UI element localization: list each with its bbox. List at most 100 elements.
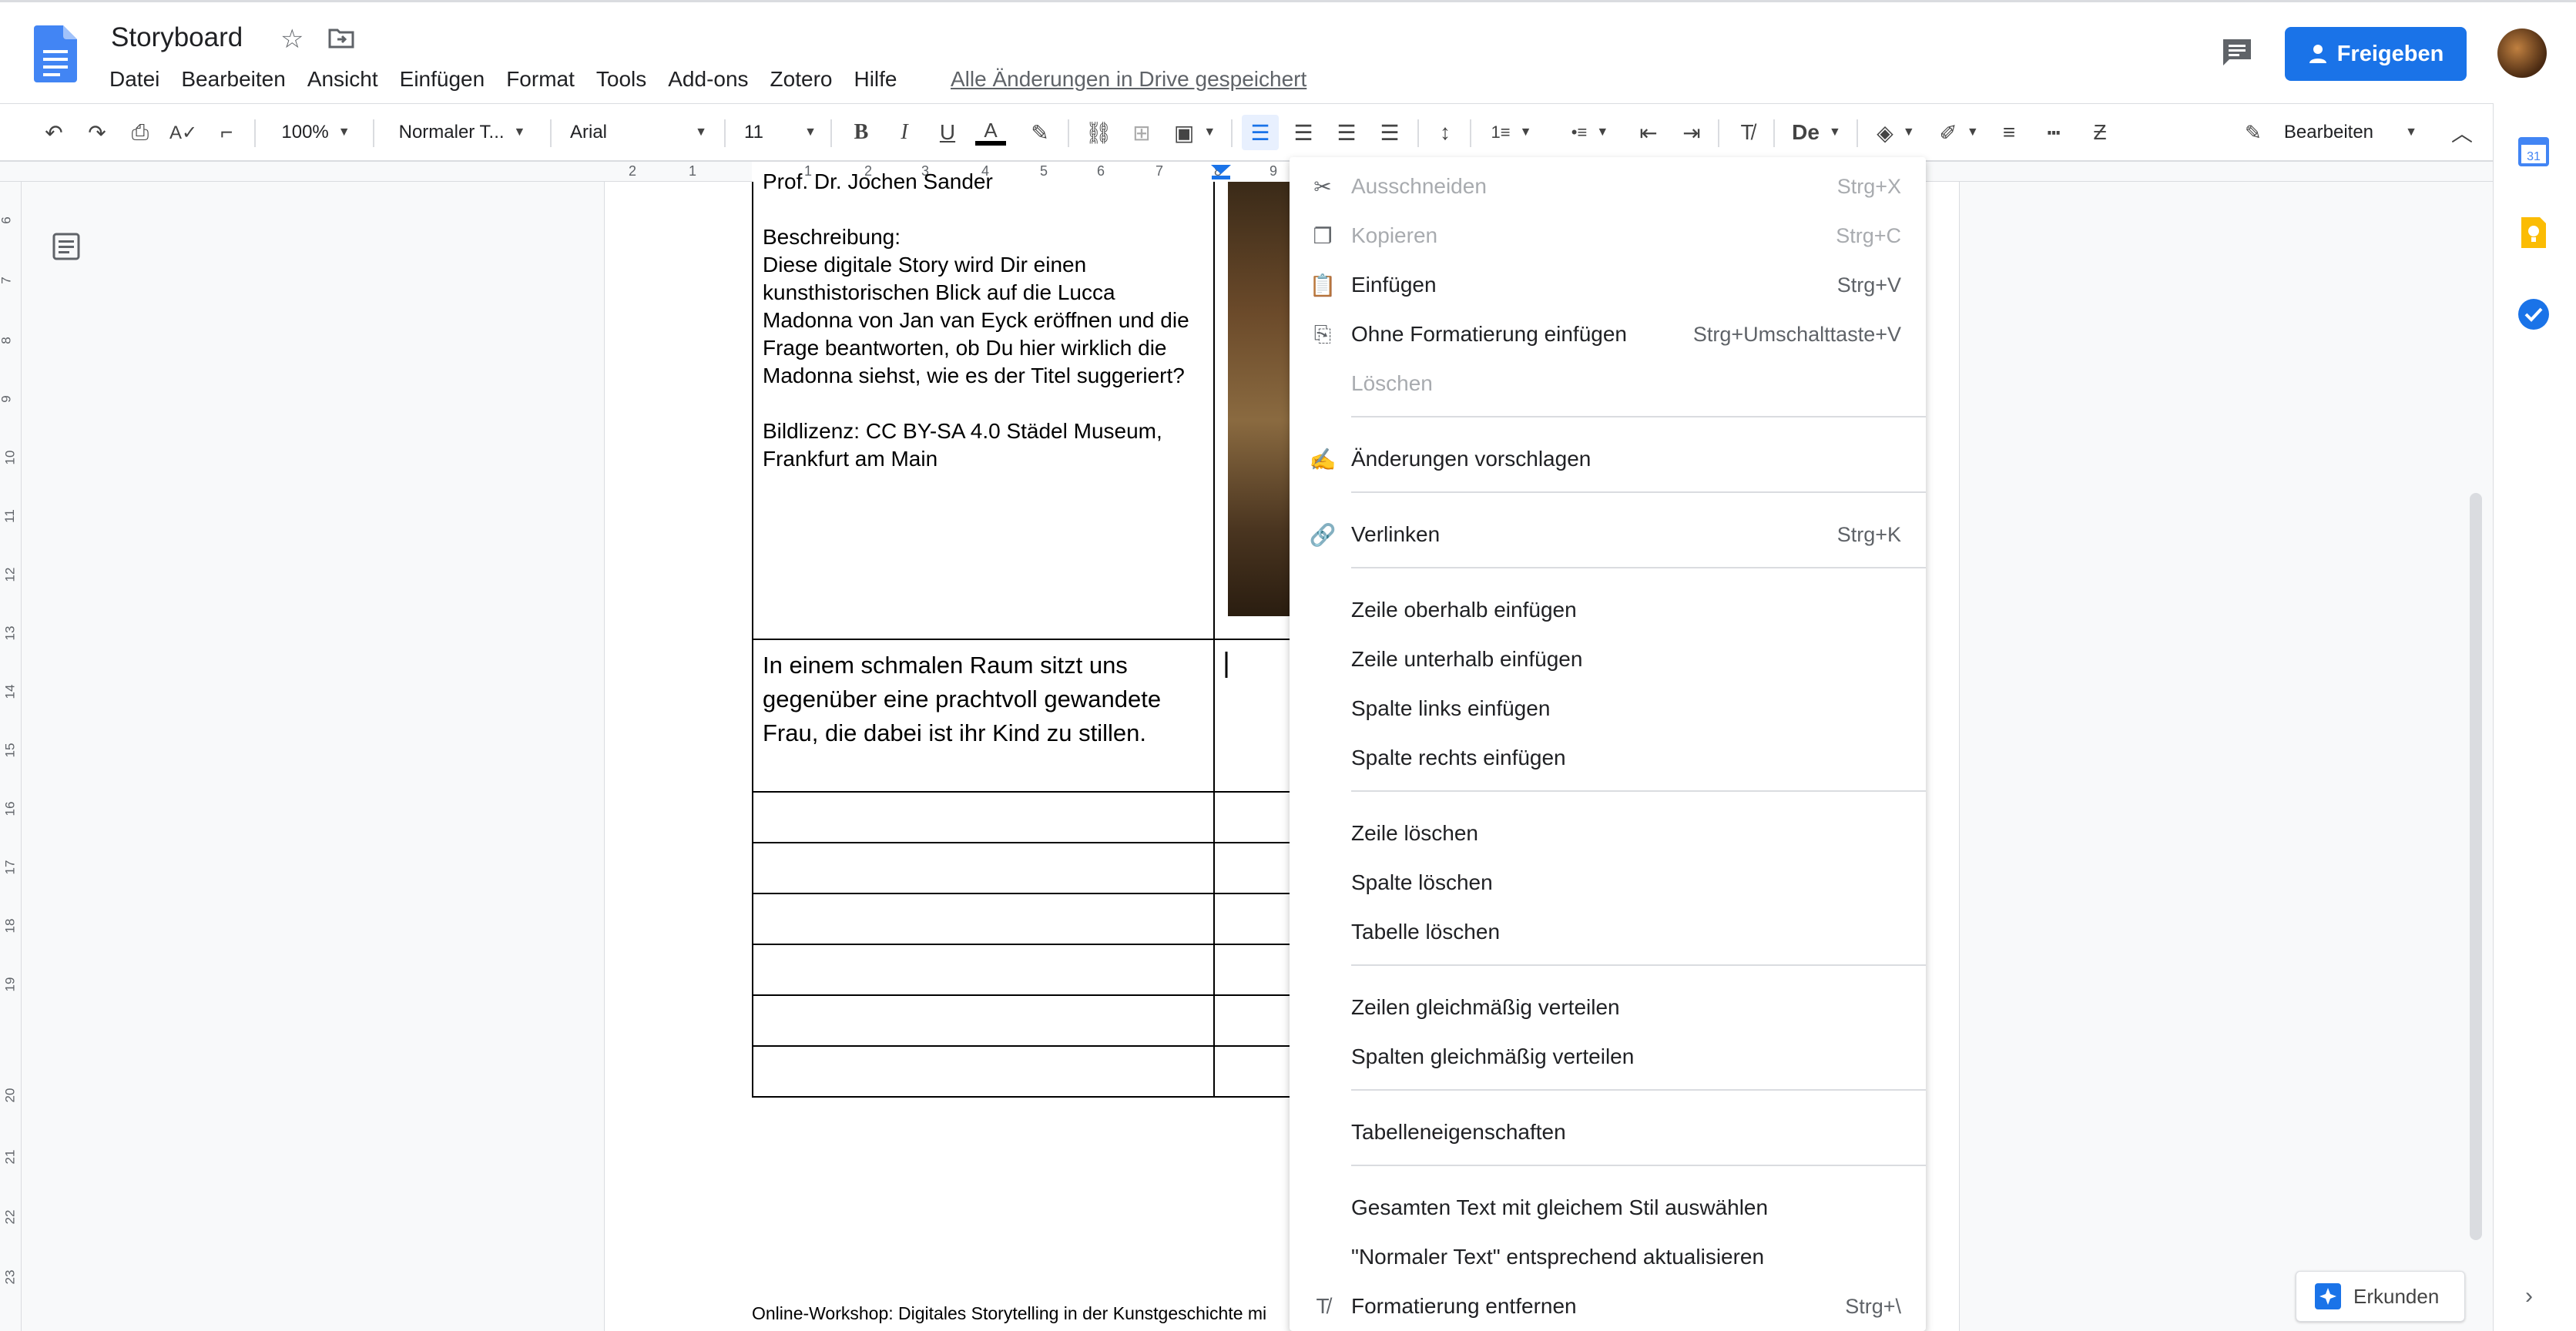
share-button[interactable]: Freigeben — [2285, 27, 2467, 81]
menu-bearbeiten[interactable]: Bearbeiten — [181, 67, 285, 92]
menu-item-cut[interactable]: ✂ Ausschneiden Strg+X — [1290, 165, 1926, 208]
menu-item-insert-row-above[interactable]: Zeile oberhalb einfügen — [1290, 588, 1926, 632]
undo-icon[interactable]: ↶ — [39, 115, 69, 150]
calendar-icon[interactable]: 31 — [2517, 134, 2551, 168]
toolbar-divider — [1773, 119, 1775, 147]
explore-button[interactable]: Erkunden — [2296, 1271, 2465, 1322]
redo-icon[interactable]: ↷ — [82, 115, 112, 150]
editing-mode-select[interactable]: ✎ Bearbeiten ▼ — [2239, 115, 2423, 150]
vruler-label: 17 — [2, 860, 18, 875]
bulleted-list-icon[interactable]: •≡ ▼ — [1559, 115, 1621, 150]
fill-color-icon[interactable]: ◈ ▼ — [1869, 115, 1923, 150]
vertical-scrollbar[interactable] — [2470, 493, 2482, 1240]
bold-icon[interactable]: B — [846, 115, 877, 150]
numbered-list-icon[interactable]: 1≡ ▼ — [1482, 115, 1541, 150]
menu-item-paste-plain[interactable]: ⎘ Ohne Formatierung einfügen Strg+Umscha… — [1290, 313, 1926, 356]
toolbar-divider — [550, 119, 552, 147]
menu-tools[interactable]: Tools — [596, 67, 646, 92]
add-comment-icon[interactable]: ⊞ — [1126, 115, 1157, 150]
font-size-select[interactable]: 11 ▼ — [736, 115, 821, 150]
image-license: Bildlizenz: CC BY-SA 4.0 Städel Museum, … — [763, 419, 1162, 471]
border-dash-icon[interactable]: ┅ — [2038, 115, 2069, 150]
menu-zotero[interactable]: Zotero — [770, 67, 833, 92]
menu-item-label: Spalte rechts einfügen — [1351, 746, 1566, 769]
document-title[interactable]: Storyboard — [111, 22, 243, 53]
menu-addons[interactable]: Add-ons — [668, 67, 748, 92]
description-heading: Beschreibung: — [763, 225, 901, 249]
menu-item-paste[interactable]: 📋 Einfügen Strg+V — [1290, 263, 1926, 307]
menu-item-delete-row[interactable]: Zeile löschen — [1290, 812, 1926, 855]
align-center-icon[interactable]: ☰ — [1288, 115, 1319, 150]
docs-logo-icon[interactable] — [34, 25, 77, 82]
horizontal-ruler[interactable]: 2 1 1 2 3 4 5 6 7 8 9 — [0, 162, 2493, 182]
underline-icon[interactable]: U — [932, 115, 963, 150]
indent-marker-icon[interactable] — [1211, 165, 1231, 180]
document-outline-icon[interactable] — [52, 233, 80, 260]
menu-datei[interactable]: Datei — [109, 67, 159, 92]
strikethrough-border-icon[interactable]: Ƶ — [2085, 115, 2115, 150]
menu-separator — [1351, 567, 1926, 568]
table-cell-story[interactable]: In einem schmalen Raum sitzt uns gegenüb… — [763, 649, 1205, 750]
menu-item-table-properties[interactable]: Tabelleneigenschaften — [1290, 1111, 1926, 1154]
tasks-icon[interactable] — [2517, 297, 2551, 331]
menu-item-update-normal-text[interactable]: "Normaler Text" entsprechend aktualisier… — [1290, 1235, 1926, 1279]
menu-ansicht[interactable]: Ansicht — [307, 67, 378, 92]
insert-image-icon[interactable]: ▣ ▼ — [1168, 115, 1222, 150]
vertical-ruler[interactable]: 6 7 8 9 10 11 12 13 14 15 16 17 18 19 20… — [0, 182, 22, 1331]
menu-item-insert-col-right[interactable]: Spalte rechts einfügen — [1290, 736, 1926, 779]
move-to-folder-icon[interactable] — [328, 27, 354, 49]
clear-formatting-icon[interactable]: T̸ — [1732, 115, 1763, 150]
border-width-icon[interactable]: ≡ — [1994, 115, 2024, 150]
menu-item-delete-table[interactable]: Tabelle löschen — [1290, 910, 1926, 954]
save-status-link[interactable]: Alle Änderungen in Drive gespeichert — [951, 67, 1306, 92]
toolbar-divider — [1068, 119, 1069, 147]
menu-hilfe[interactable]: Hilfe — [854, 67, 897, 92]
menu-item-copy[interactable]: ❐ Kopieren Strg+C — [1290, 214, 1926, 257]
zoom-select[interactable]: 100% ▼ — [270, 115, 362, 150]
paint-format-icon[interactable]: ⌐ — [211, 115, 242, 150]
link-icon[interactable]: ⛓ — [1083, 115, 1114, 150]
account-avatar[interactable] — [2497, 28, 2547, 78]
menu-item-label: Änderungen vorschlagen — [1351, 447, 1592, 471]
print-icon[interactable]: ⎙ — [125, 115, 156, 150]
align-justify-icon[interactable]: ☰ — [1374, 115, 1405, 150]
language-tool-icon[interactable]: De ▼ — [1787, 115, 1846, 150]
menu-item-distribute-columns[interactable]: Spalten gleichmäßig verteilen — [1290, 1035, 1926, 1078]
align-right-icon[interactable]: ☰ — [1331, 115, 1362, 150]
menu-item-delete-column[interactable]: Spalte löschen — [1290, 861, 1926, 904]
decrease-indent-icon[interactable]: ⇤ — [1633, 115, 1664, 150]
comment-history-icon[interactable] — [2222, 38, 2252, 67]
vruler-label: 20 — [2, 1088, 18, 1103]
spellcheck-icon[interactable]: A✓ — [168, 115, 199, 150]
menu-item-select-same-style[interactable]: Gesamten Text mit gleichem Stil auswähle… — [1290, 1186, 1926, 1229]
collapse-toolbar-icon[interactable]: ︿ — [2447, 115, 2477, 150]
star-icon[interactable]: ☆ — [280, 24, 304, 55]
scissors-icon: ✂ — [1313, 174, 1332, 199]
font-select[interactable]: Arial ▼ — [562, 115, 713, 150]
menu-item-insert-row-below[interactable]: Zeile unterhalb einfügen — [1290, 638, 1926, 681]
italic-icon[interactable]: I — [889, 115, 920, 150]
ruler-label: 2 — [629, 163, 637, 179]
increase-indent-icon[interactable]: ⇥ — [1676, 115, 1707, 150]
menu-item-distribute-rows[interactable]: Zeilen gleichmäßig verteilen — [1290, 986, 1926, 1029]
toolbar-divider — [724, 119, 726, 147]
vruler-label: 14 — [2, 684, 18, 699]
menu-item-suggest[interactable]: ✍ Änderungen vorschlagen — [1290, 438, 1926, 481]
chevron-right-icon[interactable]: › — [2525, 1283, 2533, 1309]
line-spacing-icon[interactable]: ↕ — [1430, 115, 1461, 150]
table-cell-description[interactable]: Prof. Dr. Jochen Sander Beschreibung: Di… — [763, 168, 1205, 473]
style-select[interactable]: Normaler T... ▼ — [385, 115, 539, 150]
menu-item-delete[interactable]: Löschen — [1290, 362, 1926, 405]
keep-icon[interactable] — [2517, 216, 2551, 250]
menu-einfuegen[interactable]: Einfügen — [400, 67, 485, 92]
menu-item-insert-col-left[interactable]: Spalte links einfügen — [1290, 687, 1926, 730]
description-body: Diese digitale Story wird Dir einen kuns… — [763, 253, 1189, 387]
align-left-icon[interactable]: ☰ — [1242, 115, 1279, 150]
menu-item-link[interactable]: 🔗 Verlinken Strg+K — [1290, 513, 1926, 556]
text-color-icon[interactable]: A — [975, 115, 1006, 150]
menu-format[interactable]: Format — [506, 67, 575, 92]
highlight-icon[interactable]: ✎ — [1025, 115, 1055, 150]
border-color-icon[interactable]: ✐ ▼ — [1932, 115, 1986, 150]
artwork-image[interactable] — [1228, 182, 1290, 616]
menu-item-clear-formatting[interactable]: T̸ Formatierung entfernen Strg+\ — [1290, 1285, 1926, 1328]
